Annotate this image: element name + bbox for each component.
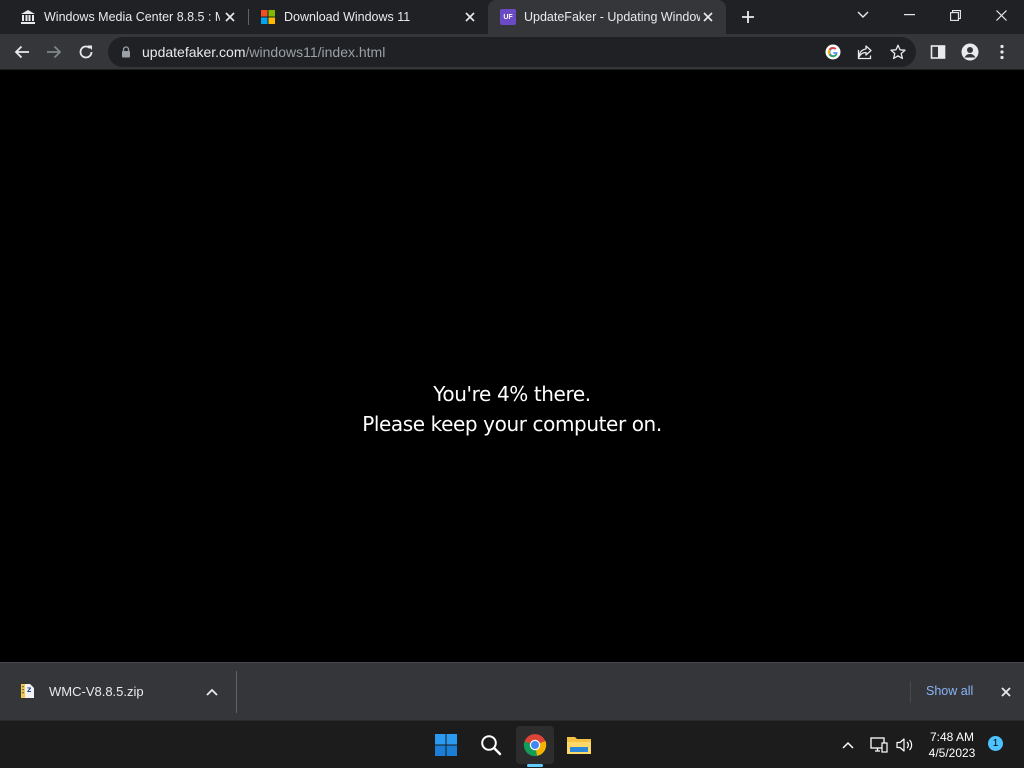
- lock-icon[interactable]: [118, 44, 134, 60]
- tab-windows-media-center[interactable]: Windows Media Center 8.8.5 : Mi: [8, 0, 248, 34]
- download-shelf: Z WMC-V8.8.5.zip Show all: [0, 662, 1024, 720]
- update-progress-message: You're 4% there. Please keep your compute…: [0, 379, 1024, 439]
- close-shelf-icon[interactable]: [996, 683, 1016, 701]
- chevron-up-icon[interactable]: [204, 684, 220, 700]
- download-item[interactable]: Z WMC-V8.8.5.zip: [8, 663, 234, 721]
- url-path: /windows11/index.html: [245, 44, 386, 60]
- start-icon[interactable]: [427, 726, 465, 764]
- tab-title: Download Windows 11: [284, 10, 411, 24]
- progress-prefix: You're: [433, 382, 491, 406]
- share-icon[interactable]: [854, 42, 876, 62]
- close-window-icon[interactable]: [978, 0, 1024, 30]
- keep-on-line: Please keep your computer on.: [362, 412, 662, 436]
- file-explorer-icon[interactable]: [560, 726, 598, 764]
- more-options-icon[interactable]: [988, 38, 1016, 66]
- url-text[interactable]: updatefaker.com/windows11/index.html: [142, 44, 385, 60]
- download-filename: WMC-V8.8.5.zip: [49, 684, 144, 699]
- shelf-divider: [236, 671, 237, 713]
- show-all-downloads-link[interactable]: Show all: [926, 684, 973, 698]
- clock-time: 7:48 AM: [929, 730, 975, 744]
- reload-icon[interactable]: [72, 38, 100, 66]
- active-app-indicator: [527, 764, 543, 767]
- url-host: updatefaker.com: [142, 44, 246, 60]
- windows-taskbar: 7:48 AM 4/5/2023: [0, 720, 1024, 768]
- svg-text:Z: Z: [27, 687, 32, 694]
- address-bar[interactable]: updatefaker.com/windows11/index.html: [108, 37, 916, 67]
- progress-percent: 4%: [496, 382, 528, 406]
- clock-date: 4/5/2023: [928, 746, 976, 760]
- restore-icon[interactable]: [932, 0, 978, 30]
- library-icon: [20, 9, 36, 25]
- volume-icon[interactable]: [894, 733, 916, 757]
- page-content: You're 4% there. Please keep your compute…: [0, 71, 1024, 662]
- back-icon[interactable]: [8, 38, 36, 66]
- forward-icon[interactable]: [40, 38, 68, 66]
- close-tab-icon[interactable]: [462, 9, 478, 25]
- chrome-icon[interactable]: [516, 726, 554, 764]
- notification-badge[interactable]: 1: [988, 736, 1003, 751]
- tab-strip: Windows Media Center 8.8.5 : Mi Download…: [0, 0, 1024, 34]
- search-icon[interactable]: [472, 726, 510, 764]
- progress-line: You're 4% there.: [0, 379, 1024, 409]
- zip-file-icon: Z: [20, 683, 36, 699]
- close-tab-icon[interactable]: [700, 9, 716, 25]
- show-hidden-icons-icon[interactable]: [838, 733, 858, 757]
- tab-title: Windows Media Center 8.8.5 : Mi: [44, 10, 220, 24]
- windows-logo-icon: [260, 9, 276, 25]
- close-tab-icon[interactable]: [222, 9, 238, 25]
- new-tab-button[interactable]: [736, 5, 760, 29]
- tab-search-icon[interactable]: [840, 0, 886, 30]
- bookmark-star-icon[interactable]: [887, 42, 909, 62]
- progress-suffix: there.: [533, 382, 591, 406]
- uf-icon: UF: [500, 9, 516, 25]
- profile-avatar-icon[interactable]: [956, 38, 984, 66]
- system-clock[interactable]: 7:48 AM 4/5/2023: [920, 729, 984, 761]
- tab-updatefaker[interactable]: UF UpdateFaker - Updating Window: [488, 0, 726, 34]
- network-icon[interactable]: [868, 733, 890, 757]
- tab-title: UpdateFaker - Updating Window: [524, 10, 700, 24]
- browser-toolbar: updatefaker.com/windows11/index.html: [0, 34, 1024, 70]
- shelf-divider: [910, 681, 911, 703]
- side-panel-icon[interactable]: [924, 38, 952, 66]
- tab-download-windows-11[interactable]: Download Windows 11: [248, 0, 488, 34]
- minimize-icon[interactable]: [886, 0, 932, 30]
- google-lens-icon[interactable]: [822, 42, 844, 62]
